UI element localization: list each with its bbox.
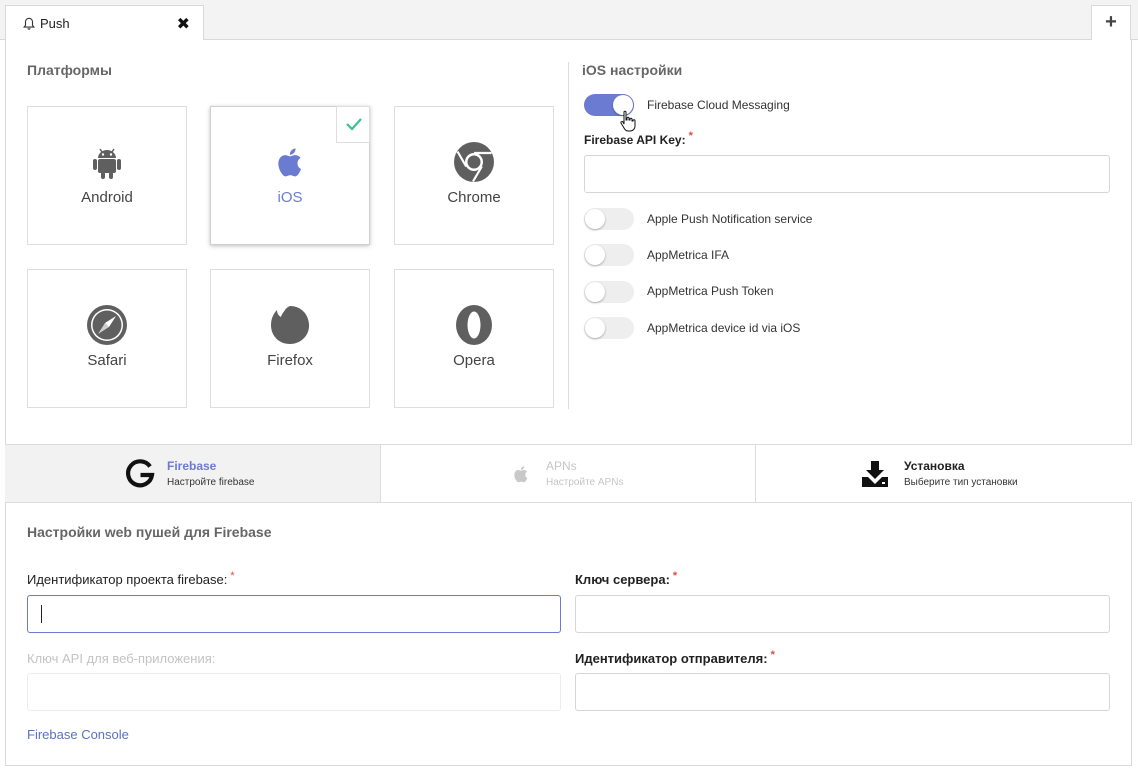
server-key-label: Ключ сервера: * <box>575 570 678 587</box>
setup-steps: Firebase Настройте firebase APNs Настрой… <box>5 444 1132 503</box>
tab-label: Push <box>40 16 70 31</box>
step-subtitle: Выберите тип установки <box>904 477 1018 488</box>
step-install[interactable]: Установка Выберите тип установки <box>756 445 1131 502</box>
platform-name: iOS <box>277 189 303 206</box>
apple-icon <box>278 148 301 177</box>
android-icon <box>93 148 121 179</box>
step-title: Установка <box>904 459 965 473</box>
platforms-title: Платформы <box>27 62 112 78</box>
apns-toggle[interactable] <box>584 208 634 230</box>
firebase-console-link[interactable]: Firebase Console <box>27 727 129 742</box>
platform-card-ios[interactable]: iOS <box>210 106 370 245</box>
firefox-icon <box>271 306 310 344</box>
checkmark-icon <box>346 118 362 131</box>
appmetrica-device-id-toggle-label: AppMetrica device id via iOS <box>647 321 801 335</box>
firebase-api-key-label: Firebase API Key: * <box>584 130 693 147</box>
compass-icon <box>87 305 127 345</box>
sender-id-input[interactable] <box>575 673 1110 711</box>
firebase-api-key-input[interactable] <box>584 155 1110 193</box>
step-title: Firebase <box>167 459 217 473</box>
platform-name: Chrome <box>447 189 501 206</box>
ios-settings-title: iOS настройки <box>582 62 683 78</box>
platform-card-safari[interactable]: Safari <box>27 269 187 408</box>
appmetrica-device-id-toggle[interactable] <box>584 317 634 339</box>
google-g-icon <box>126 459 155 488</box>
web-api-key-label: Ключ API для веб-приложения: <box>27 651 216 666</box>
step-subtitle: Настройте APNs <box>546 477 624 488</box>
platform-name: Firefox <box>267 352 313 369</box>
step-subtitle: Настройте firebase <box>167 477 255 488</box>
bell-icon <box>23 17 35 30</box>
platform-name: Opera <box>453 352 495 369</box>
server-key-input[interactable] <box>575 595 1110 633</box>
web-api-key-input[interactable] <box>27 673 561 711</box>
opera-icon <box>456 305 492 345</box>
platform-name: Safari <box>87 352 127 369</box>
add-tab-button[interactable]: + <box>1091 5 1131 41</box>
fcm-toggle-label: Firebase Cloud Messaging <box>647 98 790 112</box>
step-firebase[interactable]: Firebase Настройте firebase <box>5 445 380 502</box>
appmetrica-ifa-toggle-label: AppMetrica IFA <box>647 248 730 262</box>
platform-card-firefox[interactable]: Firefox <box>210 269 370 408</box>
appmetrica-push-token-toggle-label: AppMetrica Push Token <box>647 284 774 298</box>
sender-id-label: Идентификатор отправителя: * <box>575 649 775 666</box>
step-title: APNs <box>546 459 577 473</box>
tab-bar: Push ✖ + <box>0 0 1138 41</box>
close-tab-icon[interactable]: ✖ <box>177 14 190 34</box>
project-id-input[interactable] <box>27 595 561 633</box>
platform-card-android[interactable]: Android <box>27 106 187 245</box>
tab-push[interactable]: Push ✖ <box>5 5 204 41</box>
platform-card-opera[interactable]: Opera <box>394 269 554 408</box>
chrome-icon <box>454 142 494 183</box>
platform-name: Android <box>81 189 133 206</box>
download-icon <box>862 461 888 487</box>
text-caret <box>41 605 42 623</box>
appmetrica-push-token-toggle[interactable] <box>584 281 634 303</box>
selected-check-badge <box>336 106 370 143</box>
vertical-divider <box>568 62 569 409</box>
hand-cursor-icon <box>620 110 636 132</box>
apns-toggle-label: Apple Push Notification service <box>647 212 813 226</box>
appmetrica-ifa-toggle[interactable] <box>584 244 634 266</box>
apple-icon <box>514 466 528 483</box>
step-apns[interactable]: APNs Настройте APNs <box>381 445 755 502</box>
firebase-settings-title: Настройки web пушей для Firebase <box>27 524 272 540</box>
platform-card-chrome[interactable]: Chrome <box>394 106 554 245</box>
project-id-label: Идентификатор проекта firebase: * <box>27 570 235 587</box>
